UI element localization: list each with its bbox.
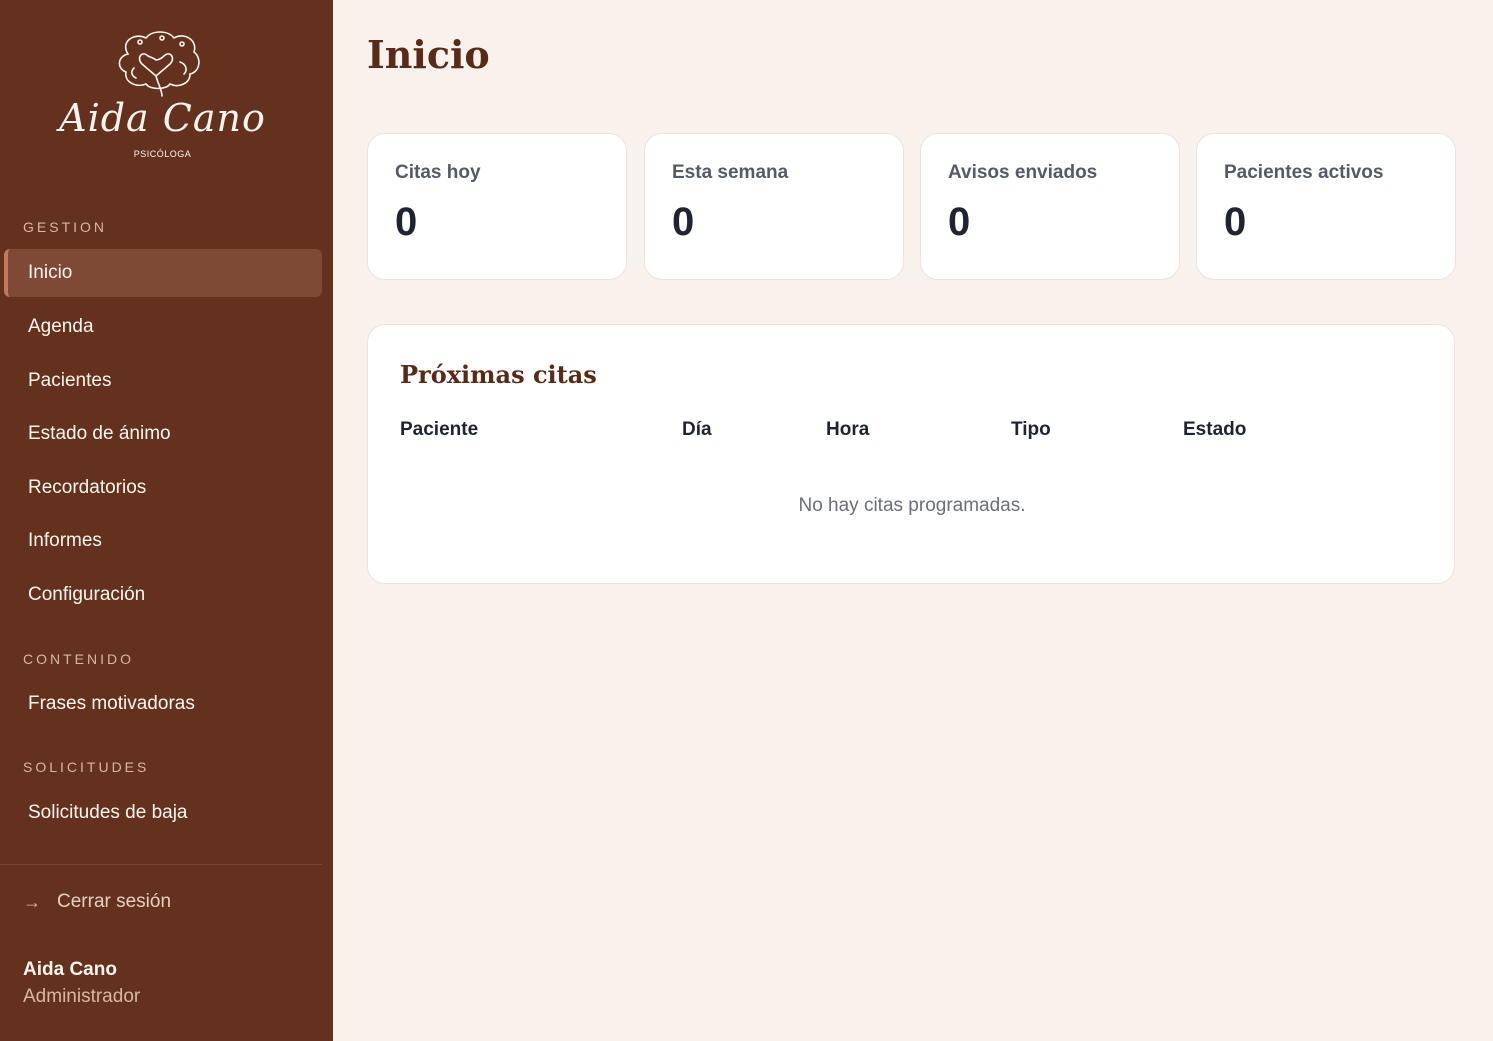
sidebar-item-solicitudes-baja[interactable]: Solicitudes de baja [4, 789, 322, 837]
sidebar-item-recordatorios[interactable]: Recordatorios [4, 464, 322, 512]
logout-label: Cerrar sesión [57, 891, 172, 912]
sidebar-item-label: Configuración [28, 584, 146, 605]
sidebar-item-label: Informes [28, 530, 102, 551]
section-title-gestion: GESTION [23, 219, 108, 235]
sidebar-item-label: Solicitudes de baja [28, 802, 188, 823]
column-header-hora: Hora [826, 419, 870, 440]
stat-value: 0 [395, 200, 418, 244]
stat-value: 0 [672, 200, 695, 244]
stat-label: Avisos enviados [948, 162, 1098, 183]
sidebar-item-label: Agenda [28, 316, 94, 337]
stat-label: Esta semana [672, 162, 789, 183]
empty-state-message: No hay citas programadas. [798, 495, 1026, 516]
arrow-right-icon: → [23, 891, 41, 912]
sidebar-item-label: Recordatorios [28, 477, 147, 498]
sidebar-item-label: Frases motivadoras [28, 693, 195, 714]
sidebar-item-label: Estado de ánimo [28, 423, 171, 444]
sidebar-item-inicio[interactable]: Inicio [4, 249, 322, 297]
sidebar-item-label: Inicio [28, 262, 73, 283]
column-header-paciente: Paciente [400, 419, 479, 440]
sidebar: Aida Cano PSICÓLOGA GESTION Inicio Agend… [0, 0, 333, 1041]
stat-label: Pacientes activos [1224, 162, 1384, 183]
user-name: Aida Cano [23, 959, 117, 980]
stat-label: Citas hoy [395, 162, 481, 183]
section-title-solicitudes: SOLICITUDES [23, 759, 150, 775]
logout-button[interactable]: → Cerrar sesión [23, 886, 171, 918]
user-role: Administrador [23, 986, 141, 1007]
sidebar-item-pacientes[interactable]: Pacientes [4, 357, 322, 405]
sidebar-divider [0, 864, 322, 865]
stat-card-pacientes-activos: Pacientes activos 0 [1196, 133, 1456, 280]
column-header-estado: Estado [1183, 419, 1247, 440]
stat-card-citas-hoy: Citas hoy 0 [367, 133, 627, 280]
brand-name: Aida Cano [59, 96, 266, 140]
sidebar-item-frases-motivadoras[interactable]: Frases motivadoras [4, 680, 322, 728]
section-title-contenido: CONTENIDO [23, 651, 134, 667]
sidebar-item-agenda[interactable]: Agenda [4, 303, 322, 351]
sidebar-item-estado-animo[interactable]: Estado de ánimo [4, 410, 322, 458]
brand-subtitle: PSICÓLOGA [133, 149, 192, 159]
sidebar-item-configuracion[interactable]: Configuración [4, 571, 322, 619]
stat-value: 0 [1224, 200, 1247, 244]
brand-logo: Aida Cano PSICÓLOGA [50, 28, 275, 168]
upcoming-appointments-panel: Próximas citas Paciente Día Hora Tipo Es… [367, 324, 1455, 584]
stat-value: 0 [948, 200, 971, 244]
stat-card-avisos-enviados: Avisos enviados 0 [920, 133, 1180, 280]
panel-title: Próximas citas [400, 360, 597, 389]
sidebar-item-label: Pacientes [28, 370, 112, 391]
stat-card-esta-semana: Esta semana 0 [644, 133, 904, 280]
sidebar-item-informes[interactable]: Informes [4, 517, 322, 565]
column-header-tipo: Tipo [1011, 419, 1051, 440]
column-header-dia: Día [682, 419, 712, 440]
page-title: Inicio [367, 32, 490, 77]
